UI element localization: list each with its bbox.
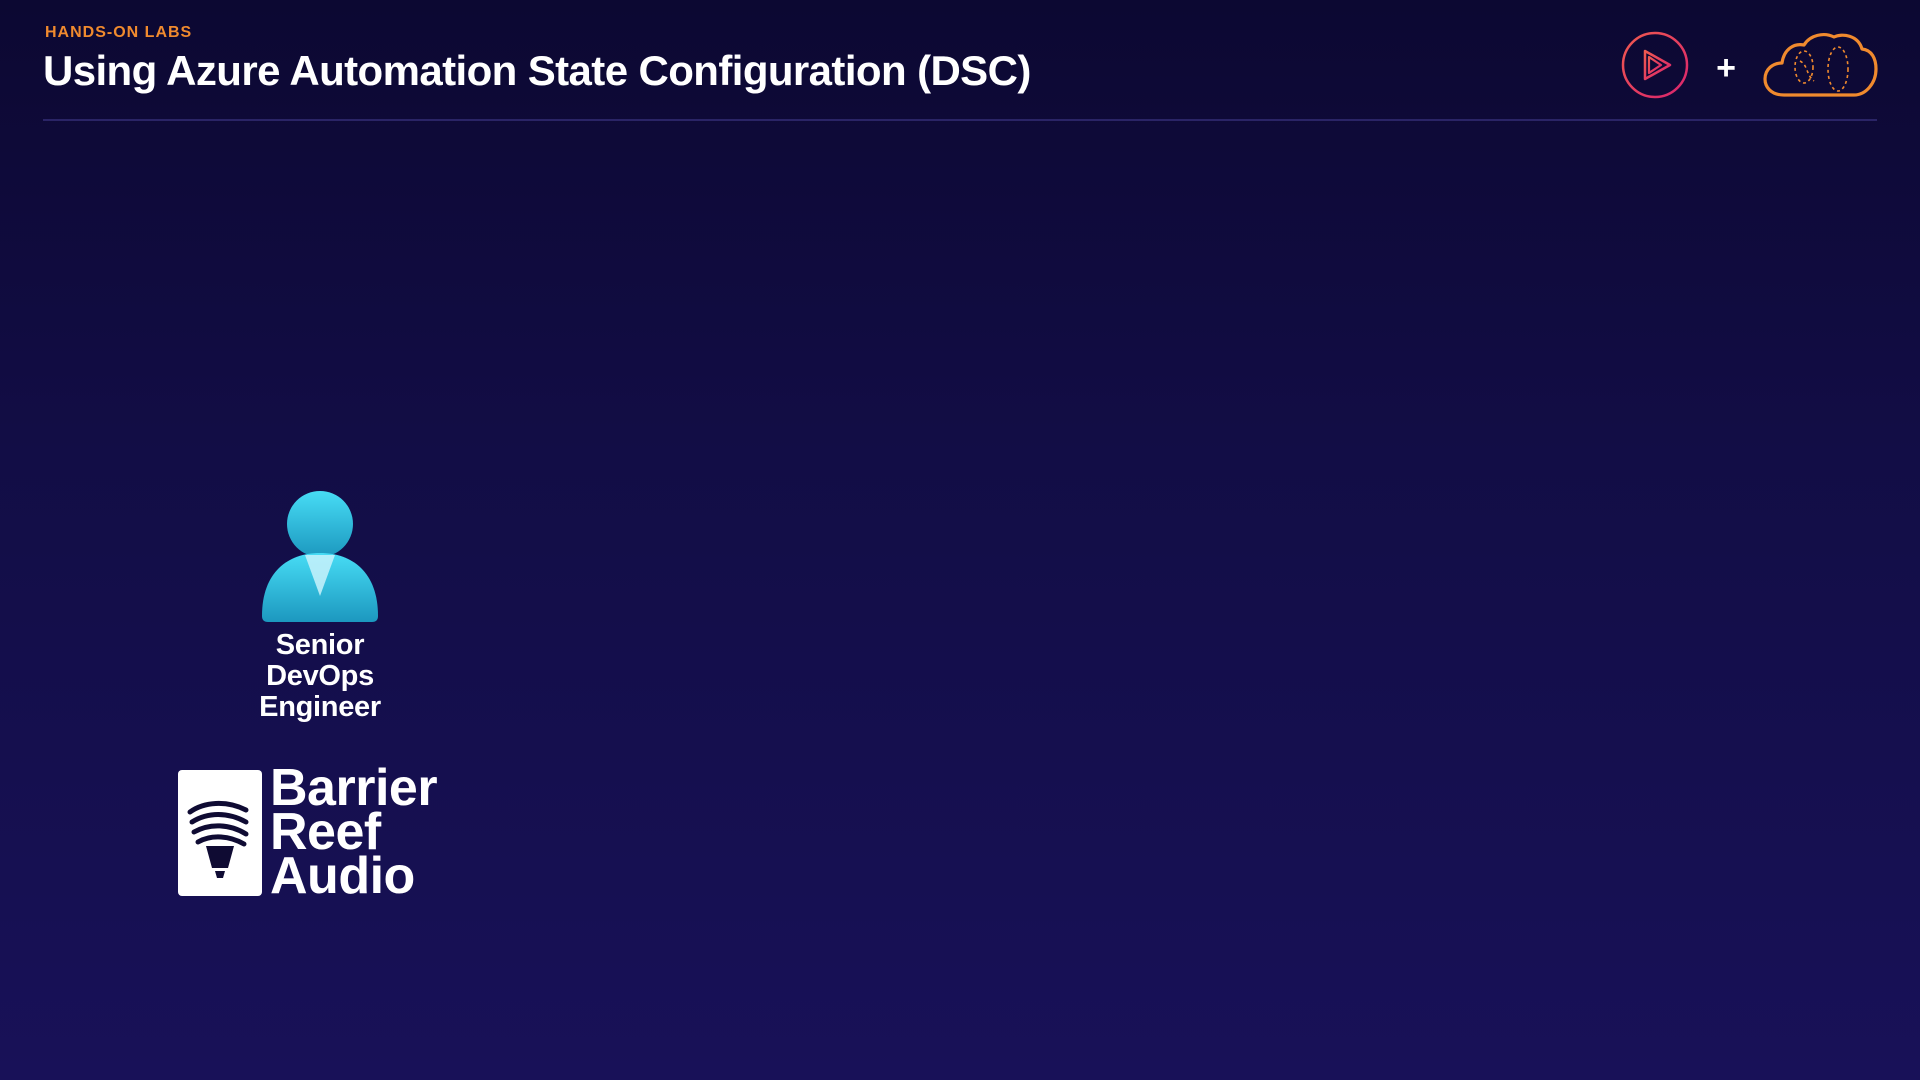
company-name-line-3: Audio: [270, 847, 415, 905]
person-icon: [246, 490, 394, 622]
company-logo: Barrier Reef Audio: [178, 762, 438, 902]
cloud-icon: [1762, 31, 1878, 104]
company-name: Barrier Reef Audio: [270, 762, 438, 905]
play-circle-icon: [1620, 30, 1690, 105]
header: HANDS-ON LABS Using Azure Automation Sta…: [43, 24, 1031, 94]
plus-sign: +: [1716, 48, 1736, 87]
reef-lamp-icon: [178, 770, 262, 896]
persona-card: Senior DevOps Engineer: [246, 490, 394, 723]
eyebrow-label: HANDS-ON LABS: [45, 24, 193, 41]
brand-logos: +: [1620, 30, 1878, 105]
persona-role: Senior DevOps Engineer: [259, 629, 381, 723]
slide-title: Using Azure Automation State Configurati…: [43, 47, 1031, 94]
header-divider: [43, 119, 1877, 121]
